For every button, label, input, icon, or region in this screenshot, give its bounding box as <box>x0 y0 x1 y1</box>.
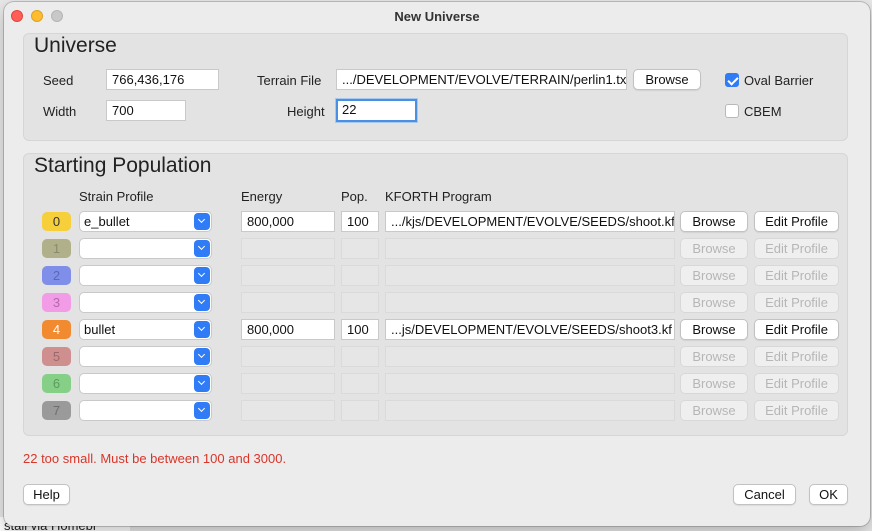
oval-barrier-checkbox[interactable] <box>725 73 739 87</box>
energy-field[interactable] <box>241 292 335 313</box>
pop-field[interactable] <box>341 238 379 259</box>
pop-field[interactable]: 100 <box>341 211 379 232</box>
edit-profile-button[interactable]: Edit Profile <box>754 292 839 313</box>
pop-header: Pop. <box>341 189 368 204</box>
strain-number-badge: 0 <box>42 212 71 231</box>
pop-field[interactable] <box>341 292 379 313</box>
pop-field[interactable] <box>341 346 379 367</box>
program-browse-button[interactable]: Browse <box>680 373 748 394</box>
error-message: 22 too small. Must be between 100 and 30… <box>23 451 287 466</box>
chevron-down-icon <box>194 402 210 419</box>
strain-profile-select[interactable]: e_bullet <box>79 211 212 232</box>
pop-field[interactable] <box>341 400 379 421</box>
title-bar: New Universe <box>4 2 870 30</box>
energy-field[interactable] <box>241 400 335 421</box>
population-group-title: Starting Population <box>34 154 212 177</box>
kforth-program-field[interactable] <box>385 292 675 313</box>
width-label: Width <box>43 104 77 119</box>
edit-profile-button[interactable]: Edit Profile <box>754 400 839 421</box>
strain-profile-header: Strain Profile <box>79 189 154 204</box>
pop-field[interactable] <box>341 265 379 286</box>
program-browse-button[interactable]: Browse <box>680 319 748 340</box>
starting-population-group: Starting Population Strain Profile Energ… <box>23 153 848 436</box>
kforth-program-header: KFORTH Program <box>385 189 492 204</box>
strain-profile-select[interactable] <box>79 265 212 286</box>
kforth-program-field[interactable] <box>385 373 675 394</box>
window-title: New Universe <box>394 9 480 24</box>
oval-barrier-label: Oval Barrier <box>744 73 814 88</box>
strain-number-badge: 4 <box>42 320 71 339</box>
help-button[interactable]: Help <box>23 484 70 505</box>
energy-field[interactable]: 800,000 <box>241 319 335 340</box>
cbem-label: CBEM <box>744 104 782 119</box>
new-universe-dialog: New Universe Universe Seed 766,436,176 W… <box>4 2 870 526</box>
strain-number-badge: 5 <box>42 347 71 366</box>
strain-number-badge: 7 <box>42 401 71 420</box>
edit-profile-button[interactable]: Edit Profile <box>754 238 839 259</box>
strain-number-badge: 3 <box>42 293 71 312</box>
kforth-program-field[interactable] <box>385 346 675 367</box>
energy-field[interactable] <box>241 265 335 286</box>
strain-number-badge: 2 <box>42 266 71 285</box>
edit-profile-button[interactable]: Edit Profile <box>754 346 839 367</box>
strain-profile-select[interactable] <box>79 373 212 394</box>
seed-field[interactable]: 766,436,176 <box>106 69 219 90</box>
chevron-down-icon <box>194 321 210 338</box>
kforth-program-field[interactable] <box>385 400 675 421</box>
edit-profile-button[interactable]: Edit Profile <box>754 211 839 232</box>
terrain-file-label: Terrain File <box>257 73 322 88</box>
program-browse-button[interactable]: Browse <box>680 346 748 367</box>
strain-number-badge: 6 <box>42 374 71 393</box>
seed-label: Seed <box>43 73 74 88</box>
strain-profile-select[interactable] <box>79 238 212 259</box>
chevron-down-icon <box>194 240 210 257</box>
program-browse-button[interactable]: Browse <box>680 400 748 421</box>
pop-field[interactable]: 100 <box>341 319 379 340</box>
pop-field[interactable] <box>341 373 379 394</box>
edit-profile-button[interactable]: Edit Profile <box>754 373 839 394</box>
width-field[interactable]: 700 <box>106 100 186 121</box>
strain-profile-select[interactable] <box>79 400 212 421</box>
strain-number-badge: 1 <box>42 239 71 258</box>
strain-profile-select[interactable]: bullet <box>79 319 212 340</box>
kforth-program-field[interactable] <box>385 238 675 259</box>
energy-field[interactable] <box>241 238 335 259</box>
energy-field[interactable] <box>241 346 335 367</box>
chevron-down-icon <box>194 267 210 284</box>
chevron-down-icon <box>194 348 210 365</box>
program-browse-button[interactable]: Browse <box>680 238 748 259</box>
program-browse-button[interactable]: Browse <box>680 292 748 313</box>
chevron-down-icon <box>194 213 210 230</box>
program-browse-button[interactable]: Browse <box>680 265 748 286</box>
cancel-button[interactable]: Cancel <box>733 484 796 505</box>
universe-group-title: Universe <box>34 34 117 57</box>
strain-profile-select[interactable] <box>79 292 212 313</box>
energy-header: Energy <box>241 189 283 204</box>
program-browse-button[interactable]: Browse <box>680 211 748 232</box>
energy-field[interactable] <box>241 373 335 394</box>
edit-profile-button[interactable]: Edit Profile <box>754 319 839 340</box>
height-field[interactable]: 22 <box>336 99 417 122</box>
edit-profile-button[interactable]: Edit Profile <box>754 265 839 286</box>
chevron-down-icon <box>194 294 210 311</box>
strain-profile-select[interactable] <box>79 346 212 367</box>
chevron-down-icon <box>194 375 210 392</box>
height-label: Height <box>287 104 325 119</box>
terrain-browse-button[interactable]: Browse <box>633 69 701 90</box>
kforth-program-field[interactable]: .../kjs/DEVELOPMENT/EVOLVE/SEEDS/shoot.k… <box>385 211 675 232</box>
kforth-program-field[interactable] <box>385 265 675 286</box>
cbem-checkbox[interactable] <box>725 104 739 118</box>
universe-group: Universe Seed 766,436,176 Width 700 Terr… <box>23 33 848 141</box>
kforth-program-field[interactable]: ...js/DEVELOPMENT/EVOLVE/SEEDS/shoot3.kf <box>385 319 675 340</box>
ok-button[interactable]: OK <box>809 484 848 505</box>
terrain-file-field[interactable]: .../DEVELOPMENT/EVOLVE/TERRAIN/perlin1.t… <box>336 69 627 90</box>
energy-field[interactable]: 800,000 <box>241 211 335 232</box>
